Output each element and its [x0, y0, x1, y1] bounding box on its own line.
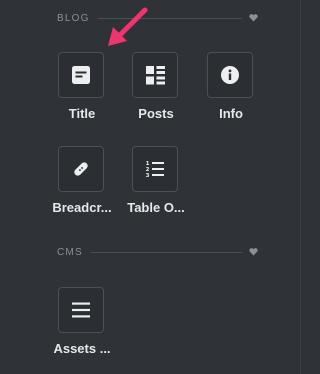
- widget-breadcrumb[interactable]: Breadcr...: [52, 146, 112, 218]
- svg-text:3: 3: [146, 173, 150, 179]
- widget-assets-box[interactable]: [58, 287, 104, 333]
- widget-info-box[interactable]: [207, 52, 253, 98]
- table-of-contents-icon: 1 2 3: [146, 161, 164, 179]
- posts-widget-icon: [145, 65, 165, 84]
- widget-posts-box[interactable]: [132, 52, 178, 98]
- section-header-cms[interactable]: CMS: [57, 245, 258, 259]
- widget-assets-label: Assets ...: [53, 341, 111, 356]
- widget-posts-label: Posts: [138, 106, 174, 121]
- section-title-cms: CMS: [57, 246, 83, 258]
- widget-title-box[interactable]: [58, 52, 104, 98]
- section-title-blog: BLOG: [57, 12, 90, 24]
- widgets-panel: BLOG Title Posts Info Breadcr... 1 2 3 T…: [0, 0, 301, 374]
- widget-toc-label: Table O...: [127, 200, 185, 215]
- widget-toc-box[interactable]: 1 2 3: [132, 146, 178, 192]
- menu-lines-icon: [72, 302, 90, 318]
- widget-info-label: Info: [219, 106, 243, 121]
- breadcrumb-icon: [74, 162, 88, 176]
- heart-icon[interactable]: [248, 247, 258, 257]
- section-divider: [90, 251, 242, 253]
- widget-title[interactable]: Title: [52, 52, 112, 124]
- widget-breadcrumb-label: Breadcr...: [52, 200, 112, 215]
- info-icon: [221, 66, 239, 84]
- widget-posts[interactable]: Posts: [126, 52, 186, 124]
- widget-info[interactable]: Info: [201, 52, 261, 124]
- section-header-blog[interactable]: BLOG: [57, 11, 258, 25]
- widget-assets[interactable]: Assets ...: [52, 287, 112, 359]
- widget-title-label: Title: [68, 106, 96, 121]
- title-widget-icon: [72, 66, 90, 84]
- widget-table-of-contents[interactable]: 1 2 3 Table O...: [126, 146, 186, 218]
- widget-breadcrumb-box[interactable]: [58, 146, 104, 192]
- pointer-arrow-icon: [108, 7, 148, 46]
- heart-icon[interactable]: [248, 13, 258, 23]
